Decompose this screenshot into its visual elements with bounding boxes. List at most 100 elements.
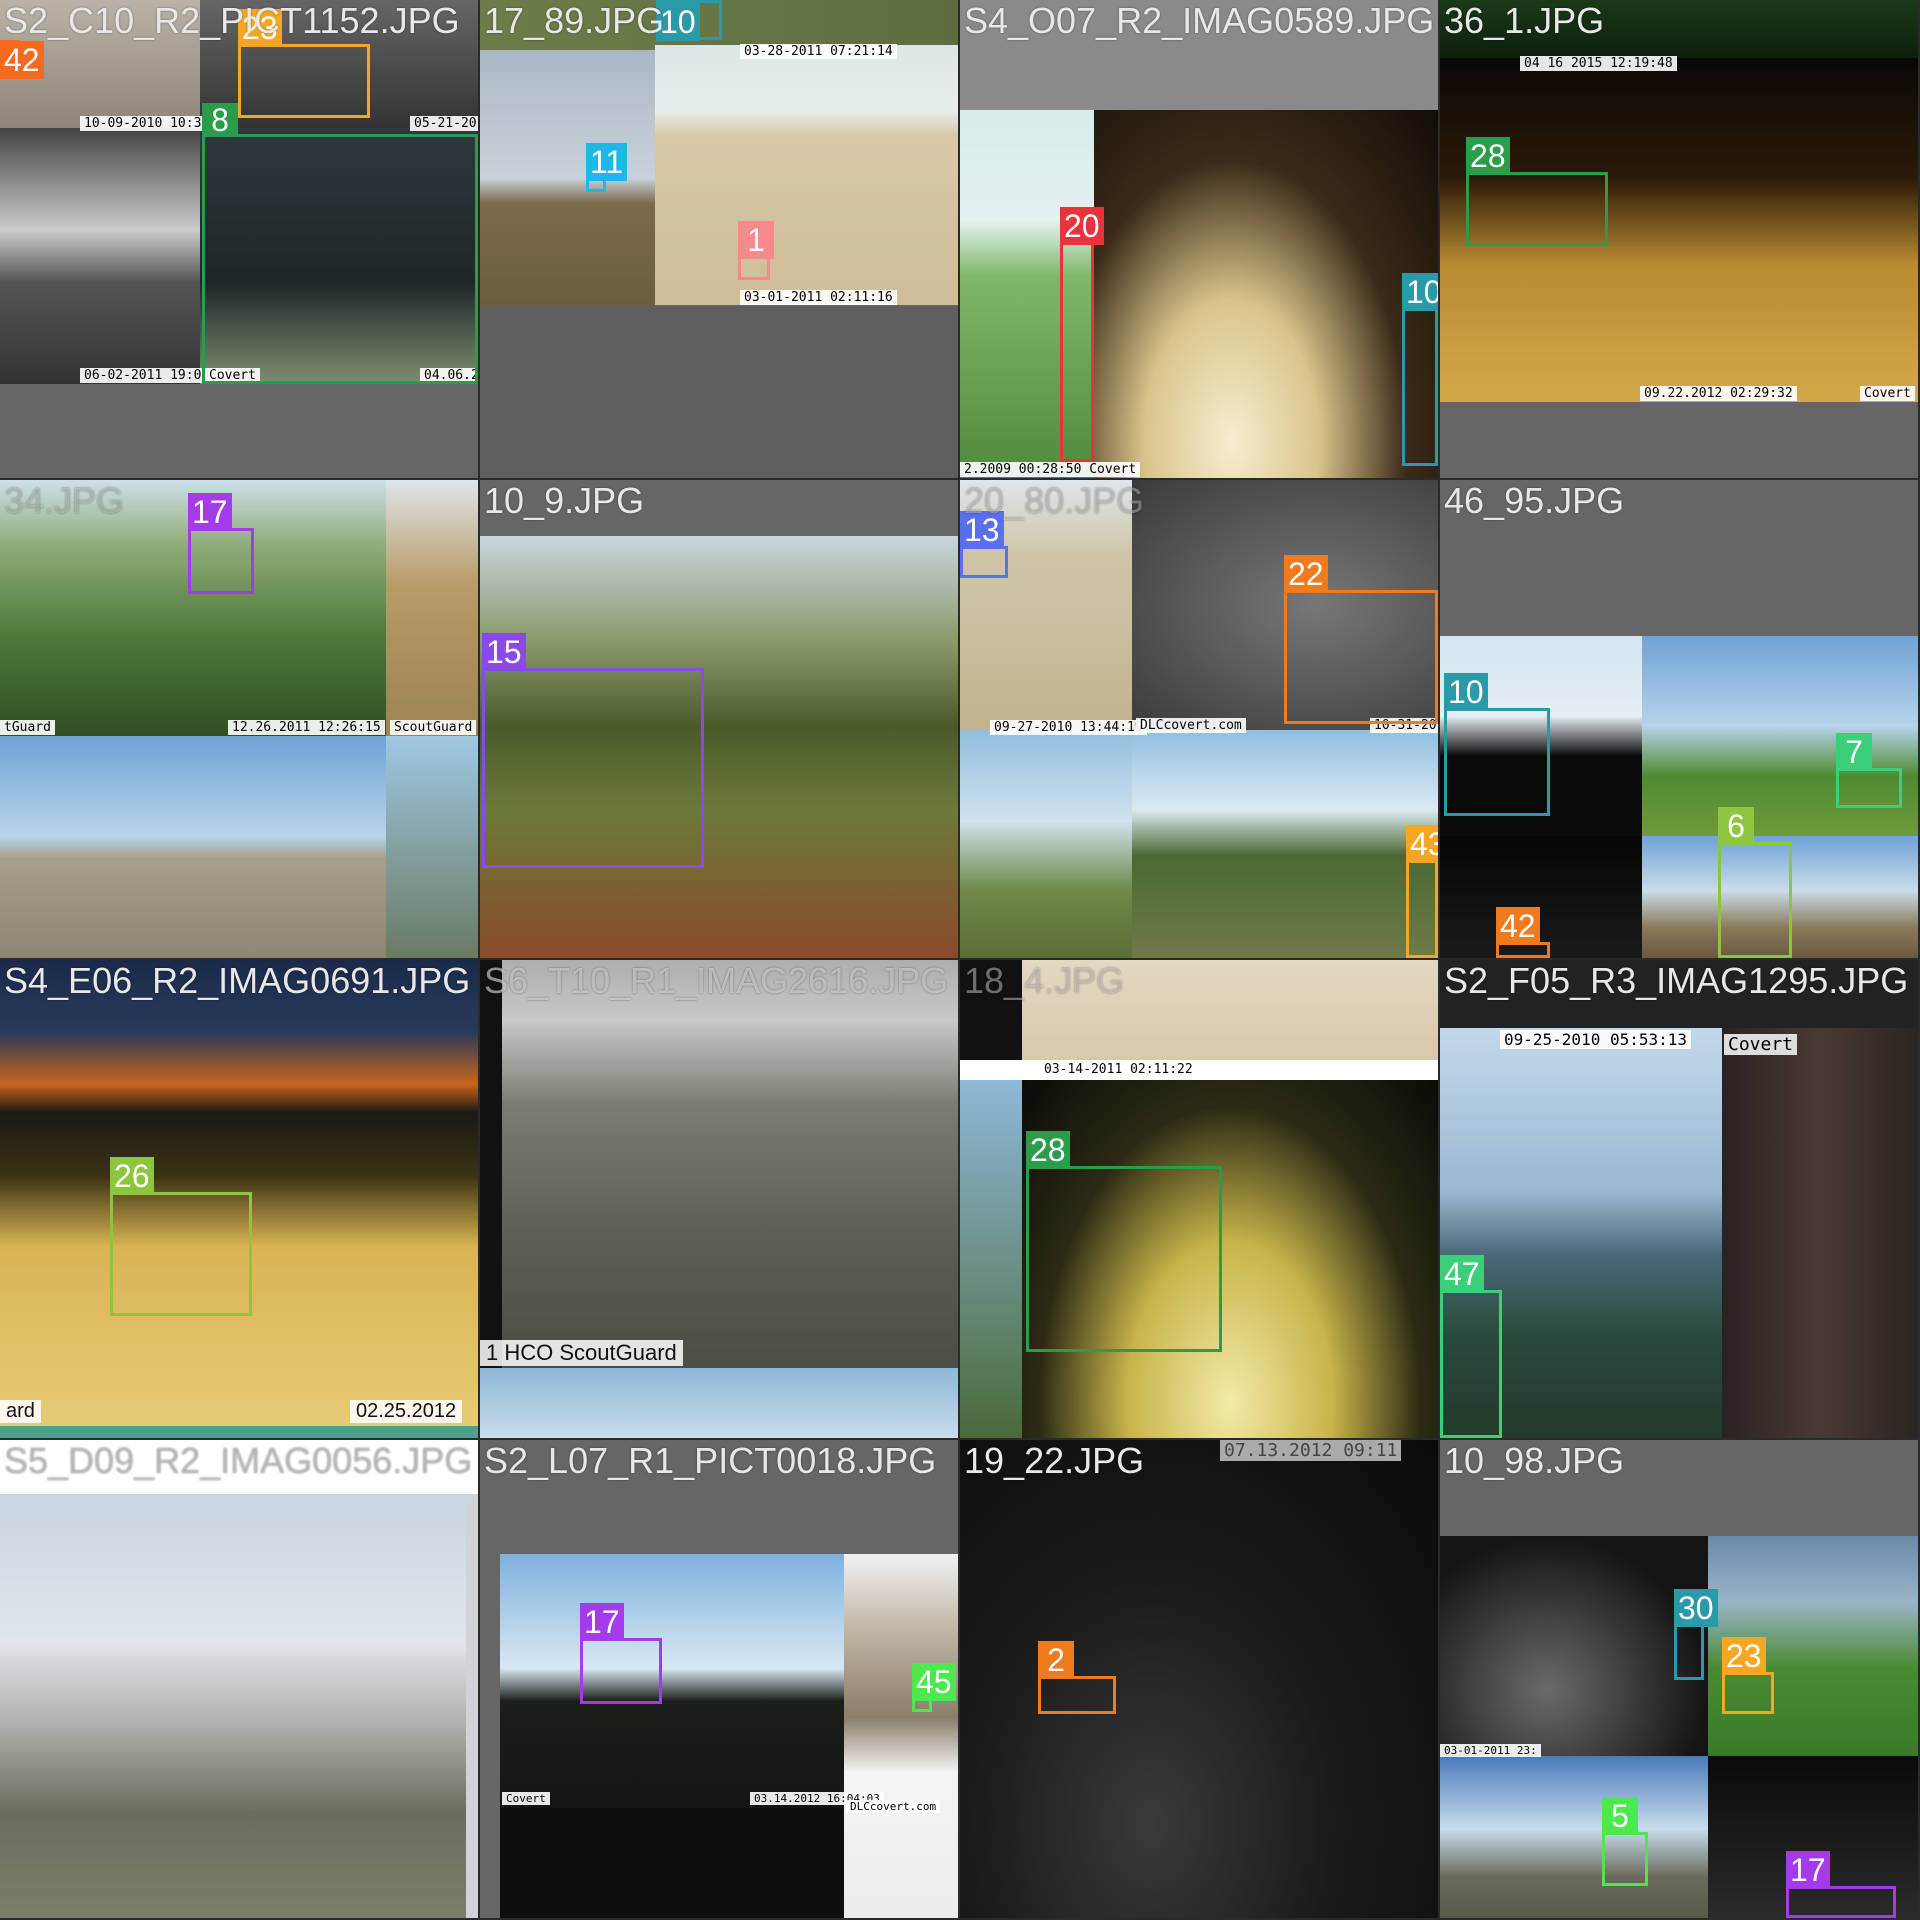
detection-box[interactable]: 17 — [580, 1603, 662, 1704]
photo-night-grass — [1440, 1536, 1708, 1756]
tile-filename: 20_80.JPG — [964, 480, 1145, 521]
detection-label: 26 — [110, 1157, 154, 1195]
detection-box[interactable]: 42 — [0, 40, 44, 79]
detection-label: 23 — [1722, 1637, 1766, 1675]
detection-label: 45 — [912, 1663, 956, 1701]
photo-edge-sky — [960, 1080, 1022, 1438]
padding-fill — [1440, 402, 1918, 478]
detection-box[interactable]: 5 — [1602, 1797, 1648, 1886]
tile-9: 1 HCO ScoutGuard S6_T10_R1_IMAG2616.JPG — [480, 960, 958, 1438]
tile-6: 09-27-2010 13:44:19 DLCcovert.com 10-31-… — [960, 480, 1438, 958]
detection-box[interactable]: 13 — [960, 511, 1008, 578]
detection-box[interactable]: 26 — [110, 1157, 252, 1316]
photo-trees — [1132, 730, 1438, 958]
detection-label: 22 — [1284, 555, 1328, 593]
photo-dry-reeds — [386, 480, 478, 736]
detection-box[interactable]: 28 — [1466, 137, 1608, 246]
detection-box[interactable]: 45 — [912, 1663, 956, 1712]
timestamp: 02.25.2012 — [350, 1400, 463, 1423]
tile-8: ard 02.25.2012 S4_E06_R2_IMAG0691.JPG 26 — [0, 960, 478, 1438]
image-mosaic: 10-09-2010 10:34:50 05-21-2011 06-02-201… — [0, 0, 1920, 1920]
tile-filename: S4_E06_R2_IMAG0691.JPG — [4, 960, 471, 1001]
tile-0: 10-09-2010 10:34:50 05-21-2011 06-02-201… — [0, 0, 478, 478]
tile-13: Covert 03.14.2012 16:04:03 DLCcovert.com… — [480, 1440, 958, 1918]
tile-11: 09-25-2010 05:53:13 Covert S2_F05_R3_IMA… — [1440, 960, 1918, 1438]
detection-label: 47 — [1440, 1255, 1484, 1293]
timestamp: 09-25-2010 05:53:13 — [1500, 1030, 1692, 1049]
detection-box[interactable]: 6 — [1718, 807, 1792, 958]
watermark: ScoutGuard — [390, 720, 477, 735]
timestamp: 09.22.2012 02:29:32 — [1640, 386, 1797, 401]
detection-box[interactable]: 10 — [1402, 273, 1438, 466]
tile-3: 04 16 2015 12:19:48 09.22.2012 02:29:32 … — [1440, 0, 1918, 478]
photo-savanna-tree — [480, 50, 655, 306]
detection-box[interactable]: 20 — [1060, 207, 1104, 462]
detection-label: 17 — [580, 1603, 624, 1641]
detection-label: 17 — [188, 493, 232, 531]
watermark: DLCcovert.com — [1136, 718, 1246, 733]
tile-filename: 19_22.JPG — [964, 1440, 1145, 1481]
photo-grey-grass — [502, 960, 958, 1368]
watermark: Covert — [1860, 386, 1915, 401]
detection-box[interactable]: 10 — [656, 0, 722, 41]
detection-label: 15 — [482, 633, 526, 671]
photo-dark — [1440, 836, 1642, 958]
photo-blue-sky-plain — [0, 736, 386, 958]
detection-box[interactable]: 1 — [738, 221, 774, 280]
tile-4: 12.26.2011 12:26:15 ScoutGuard tGuard 34… — [0, 480, 478, 958]
watermark: DLCcovert.com — [846, 1800, 941, 1813]
detection-box[interactable]: 2 — [1038, 1641, 1116, 1714]
detection-label: 42 — [1496, 907, 1540, 945]
detection-box[interactable]: 7 — [1836, 733, 1902, 808]
timestamp: 03-01-2011 02:11:16 — [740, 290, 897, 305]
detection-label: 10 — [1402, 273, 1438, 311]
watermark: tGuard — [0, 720, 55, 735]
tile-filename: S2_L07_R1_PICT0018.JPG — [484, 1440, 937, 1481]
tile-14: 07.13.2012 09:11 19_22.JPG 2 — [960, 1440, 1438, 1918]
photo-night-flash — [1094, 110, 1438, 478]
photo-edge — [466, 1494, 478, 1918]
timestamp: 03-14-2011 02:11:22 — [1040, 1062, 1197, 1077]
photo-edge-dark — [480, 960, 502, 1368]
detection-box[interactable]: 47 — [1440, 1255, 1502, 1438]
detection-label: 2 — [1038, 1641, 1074, 1679]
tile-filename: 18_4.JPG — [964, 960, 1125, 1001]
detection-box[interactable]: 8 — [202, 103, 478, 384]
detection-box[interactable]: 17 — [188, 493, 254, 594]
detection-box[interactable]: 28 — [1026, 1131, 1222, 1352]
detection-box[interactable]: 23 — [238, 9, 370, 118]
detection-label: 1 — [738, 221, 774, 259]
tile-filename: S6_T10_R1_IMAG2616.JPG — [484, 960, 949, 1001]
detection-box[interactable]: 30 — [1674, 1589, 1718, 1680]
tile-filename: 17_89.JPG — [484, 0, 665, 41]
detection-box[interactable]: 15 — [482, 633, 704, 868]
padding-fill — [960, 1060, 1438, 1080]
watermark: Covert — [502, 1792, 550, 1805]
photo-cloudy-plain — [0, 1494, 466, 1918]
detection-label: 42 — [0, 41, 44, 79]
detection-label: 20 — [1060, 207, 1104, 245]
photo-sky-strip — [480, 1368, 958, 1438]
photo-rocks — [844, 1554, 958, 1918]
photo-sky-plain — [1440, 1756, 1708, 1918]
photo-bw-sky — [0, 128, 200, 384]
watermark: 1 HCO ScoutGuard — [480, 1340, 683, 1366]
tile-15: 03-01-2011 23: 10_98.JPG 30 23 5 17 — [1440, 1440, 1918, 1918]
photo-dusk-plain — [500, 1554, 844, 1808]
detection-box[interactable]: 43 — [1406, 825, 1438, 958]
photo-dark — [500, 1808, 844, 1918]
detection-box[interactable]: 42 — [1496, 907, 1550, 958]
detection-box[interactable]: 23 — [1722, 1637, 1774, 1714]
detection-box[interactable]: 22 — [1284, 555, 1438, 724]
detection-box[interactable]: 17 — [1786, 1851, 1896, 1918]
detection-box[interactable]: 10 — [1444, 673, 1550, 816]
timestamp: 03-01-2011 23: — [1440, 1744, 1541, 1757]
timestamp: 12.26.2011 12:26:15 — [228, 720, 385, 735]
detection-label: 8 — [202, 103, 238, 137]
detection-label: 28 — [1026, 1131, 1070, 1169]
timestamp: 07.13.2012 09:11 — [1220, 1440, 1402, 1461]
detection-box[interactable]: 11 — [586, 143, 628, 192]
padding-fill — [480, 306, 958, 478]
photo-blur-closeup — [1722, 1028, 1918, 1438]
timestamp: 04 16 2015 12:19:48 — [1520, 56, 1677, 71]
